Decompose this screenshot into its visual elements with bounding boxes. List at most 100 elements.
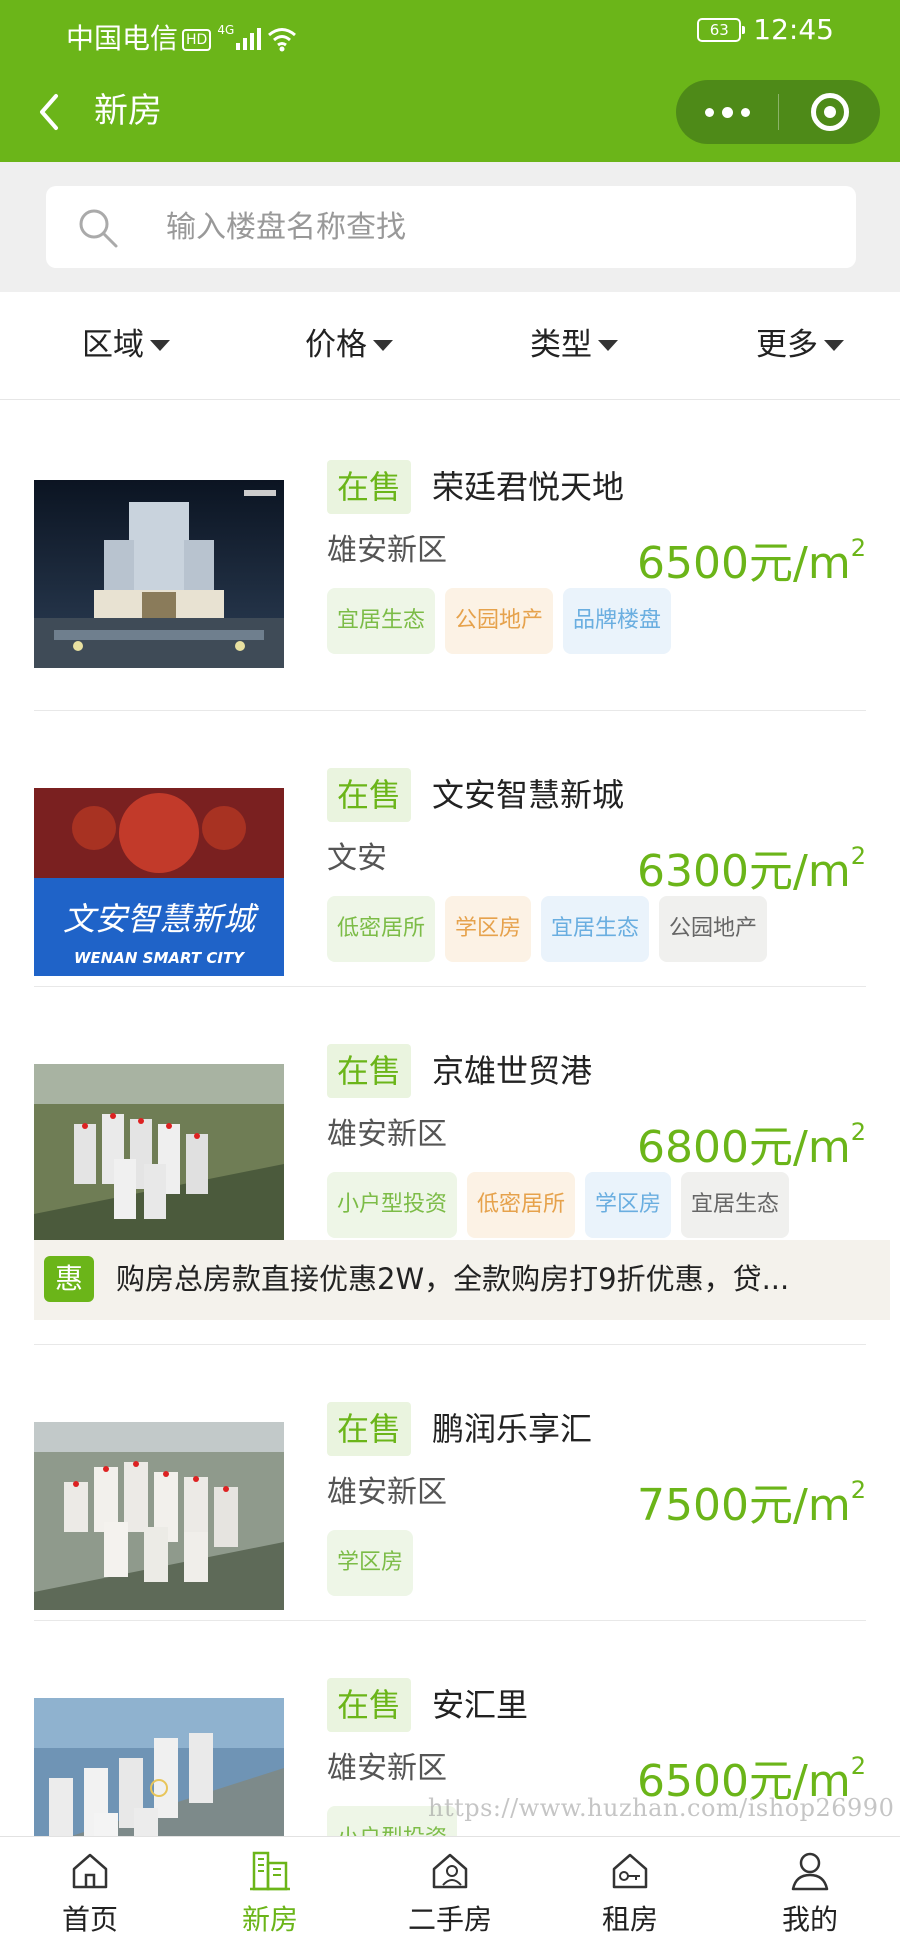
price-value: 6800元/m — [637, 1122, 851, 1173]
divider — [34, 1620, 866, 1621]
building-icon — [250, 1851, 290, 1891]
more-dots-icon[interactable] — [676, 80, 778, 144]
price-unit-superscript: 2 — [850, 534, 866, 562]
promo-text: 购房总房款直接优惠2W，全款购房打9折优惠，贷... — [116, 1262, 790, 1296]
search-input[interactable] — [166, 204, 826, 250]
watermark-text: https://www.huzhan.com/ishop26990 — [428, 1794, 895, 1822]
search-icon — [79, 209, 118, 248]
property-district: 雄安新区 — [327, 533, 447, 568]
tab-home[interactable]: 首页 — [0, 1837, 180, 1950]
tab-label: 二手房 — [407, 1903, 492, 1936]
feature-tag: 宜居生态 — [327, 588, 436, 654]
nav-bar: 新房 — [0, 72, 900, 152]
status-bar: 中国电信 HD 4G 63 12:45 — [0, 0, 900, 62]
property-price: 7500元/m2 — [637, 1460, 866, 1536]
network-type: 4G — [217, 23, 235, 37]
carrier-info: 中国电信 HD 4G — [66, 12, 297, 57]
carrier-name: 中国电信 — [66, 22, 179, 55]
property-name: 安汇里 — [432, 1686, 529, 1724]
feature-tag: 小户型投资 — [327, 1172, 458, 1238]
feature-tag: 学区房 — [585, 1172, 672, 1238]
tag-list: 宜居生态 公园地产 品牌楼盘 — [327, 588, 672, 654]
close-target-icon[interactable] — [779, 80, 880, 144]
image-subtitle-text: WENAN SMART CITY — [74, 949, 246, 967]
tab-label: 我的 — [781, 1903, 838, 1936]
tab-label: 租房 — [601, 1903, 658, 1936]
home-icon — [72, 1853, 108, 1889]
tab-label: 首页 — [61, 1903, 118, 1936]
caret-down-icon — [824, 339, 844, 351]
tab-label: 新房 — [241, 1903, 298, 1936]
listing-item[interactable]: 在售 京雄世贸港 雄安新区 6800元/m2 小户型投资 低密居所 学区房 宜居… — [0, 986, 900, 1262]
caret-down-icon — [598, 339, 618, 351]
price-unit-superscript: 2 — [850, 1118, 866, 1146]
house-person-icon — [432, 1853, 468, 1889]
property-image — [34, 1698, 284, 1836]
hd-badge: HD — [182, 29, 212, 51]
property-price: 6500元/m2 — [637, 518, 866, 594]
sale-status-badge: 在售 — [327, 1044, 412, 1098]
listing-item[interactable]: 在售 鹏润乐享汇 雄安新区 7500元/m2 学区房 — [0, 1344, 900, 1620]
divider — [34, 710, 866, 711]
property-district: 文安 — [327, 841, 387, 876]
price-unit-superscript: 2 — [850, 842, 866, 870]
user-icon — [791, 1852, 829, 1891]
bottom-tab-bar: 首页 新房 二手房 租房 我的 — [0, 1836, 900, 1950]
property-district: 雄安新区 — [327, 1117, 447, 1152]
tab-new-homes[interactable]: 新房 — [180, 1837, 360, 1950]
property-name: 京雄世贸港 — [432, 1052, 593, 1090]
property-district: 雄安新区 — [327, 1475, 447, 1510]
property-name: 文安智慧新城 — [432, 776, 625, 814]
filter-bar: 区域 价格 类型 更多 — [0, 292, 900, 400]
listing-item[interactable]: 在售 荣廷君悦天地 雄安新区 6500元/m2 宜居生态 公园地产 品牌楼盘 — [0, 402, 900, 678]
price-value: 7500元/m — [637, 1480, 851, 1531]
feature-tag: 公园地产 — [659, 896, 768, 962]
property-price: 6300元/m2 — [637, 826, 866, 902]
feature-tag: 品牌楼盘 — [563, 588, 672, 654]
caret-down-icon — [150, 339, 170, 351]
caret-down-icon — [373, 339, 393, 351]
search-area — [0, 162, 900, 292]
filter-type[interactable]: 类型 — [530, 322, 618, 368]
battery-icon: 63 — [697, 18, 746, 42]
tag-list: 小户型投资 低密居所 学区房 宜居生态 — [327, 1172, 790, 1238]
feature-tag: 学区房 — [327, 1530, 414, 1596]
property-image — [34, 1422, 284, 1610]
filter-label: 类型 — [530, 327, 592, 363]
tab-second-hand[interactable]: 二手房 — [360, 1837, 540, 1950]
price-unit-superscript: 2 — [850, 1752, 866, 1780]
header: 中国电信 HD 4G 63 12:45 新房 — [0, 0, 900, 162]
filter-more[interactable]: 更多 — [756, 322, 844, 368]
promo-banner[interactable]: 惠 购房总房款直接优惠2W，全款购房打9折优惠，贷... — [34, 1240, 890, 1320]
discount-icon: 惠 — [44, 1256, 94, 1302]
filter-label: 价格 — [305, 327, 367, 363]
price-value: 6500元/m — [637, 538, 851, 589]
filter-price[interactable]: 价格 — [305, 322, 393, 368]
tab-rental[interactable]: 租房 — [540, 1837, 720, 1950]
sale-status-badge: 在售 — [327, 1678, 412, 1732]
back-arrow-icon[interactable] — [34, 92, 64, 132]
tab-profile[interactable]: 我的 — [720, 1837, 900, 1950]
filter-region[interactable]: 区域 — [82, 322, 170, 368]
house-key-icon — [612, 1853, 648, 1889]
filter-label: 区域 — [82, 327, 144, 363]
divider — [34, 986, 866, 987]
wifi-icon — [268, 28, 297, 52]
feature-tag: 宜居生态 — [681, 1172, 790, 1238]
signal-icon — [236, 28, 262, 50]
property-image: 文安智慧新城 WENAN SMART CITY — [34, 788, 284, 976]
sale-status-badge: 在售 — [327, 460, 412, 514]
feature-tag: 低密居所 — [467, 1172, 576, 1238]
page-title: 新房 — [94, 91, 162, 131]
tag-list: 低密居所 学区房 宜居生态 公园地产 — [327, 896, 768, 962]
search-box[interactable] — [46, 186, 856, 268]
image-title-text: 文安智慧新城 — [63, 900, 259, 938]
feature-tag: 宜居生态 — [541, 896, 650, 962]
price-value: 6300元/m — [637, 846, 851, 897]
status-right: 63 12:45 — [697, 12, 834, 48]
sale-status-badge: 在售 — [327, 768, 412, 822]
clock: 12:45 — [753, 13, 834, 46]
tag-list: 学区房 — [327, 1530, 414, 1596]
property-district: 雄安新区 — [327, 1751, 447, 1786]
listing-item[interactable]: 文安智慧新城 WENAN SMART CITY 在售 文安智慧新城 文安 630… — [0, 710, 900, 986]
